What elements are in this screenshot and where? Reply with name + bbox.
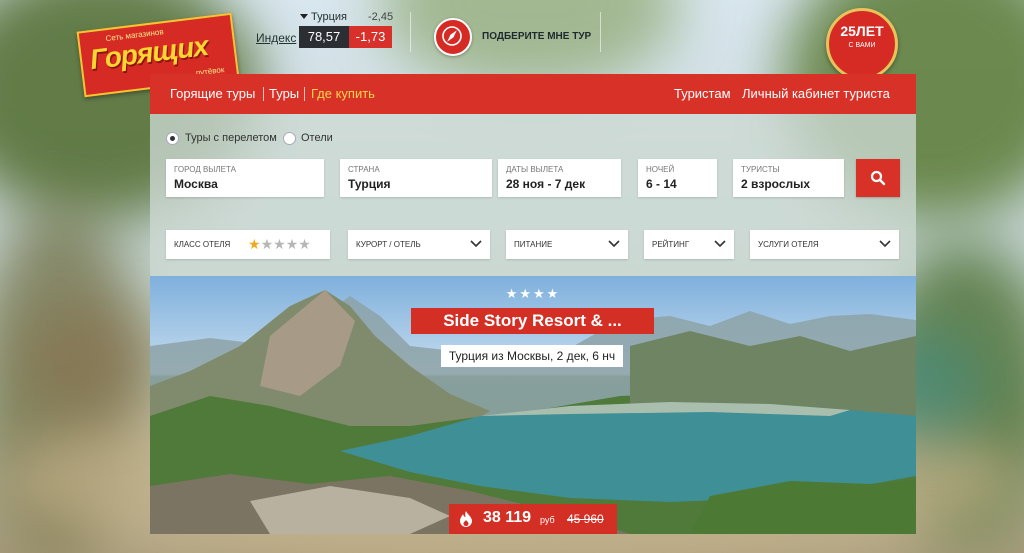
nav-tourists[interactable]: Туристам — [674, 86, 731, 101]
index-country[interactable]: Турция — [311, 11, 347, 23]
star-rating[interactable]: ★★★★★ — [248, 237, 311, 251]
chevron-down-icon — [714, 240, 726, 248]
star-icon[interactable]: ★ — [248, 236, 261, 252]
search-button[interactable] — [856, 159, 900, 197]
filter-label: Питание — [514, 240, 553, 249]
departure-city-field[interactable]: Город вылета Москва — [166, 159, 324, 197]
search-form: Туры с перелетом Отели Город вылета Моск… — [150, 114, 916, 276]
main-nav: Горящие туры Туры Где купить Туристам Ли… — [150, 74, 916, 114]
compass-icon[interactable] — [434, 18, 472, 56]
index-widget: Индекс Турция -2,45 78,57 -1,73 — [256, 10, 396, 52]
anniversary-badge: 25ЛЕТ С ВАМИ — [826, 8, 898, 80]
field-label: Страна — [348, 165, 380, 174]
index-change-small: -2,45 — [368, 11, 394, 23]
star-icon[interactable]: ★ — [298, 236, 311, 252]
radio-hotels[interactable] — [283, 132, 296, 145]
divider — [410, 12, 411, 52]
chevron-down-icon — [470, 240, 482, 248]
badge-subtitle: С ВАМИ — [848, 42, 876, 49]
star-icon[interactable]: ★ — [286, 236, 299, 252]
fire-icon — [460, 511, 472, 527]
field-label: Даты вылета — [506, 165, 564, 174]
divider — [600, 12, 601, 52]
filter-label: Услуги отеля — [758, 240, 819, 249]
field-label: Туристы — [741, 165, 780, 174]
field-label: Город вылета — [174, 165, 236, 174]
radio-tours-label[interactable]: Туры с перелетом — [185, 132, 277, 144]
index-value: 78,57 — [299, 26, 349, 48]
rating-filter[interactable]: Рейтинг — [644, 230, 734, 259]
price-currency: руб — [540, 515, 555, 525]
price-old: 45 960 — [567, 512, 604, 526]
field-value: 2 взрослых — [741, 177, 811, 191]
star-icon[interactable]: ★ — [261, 236, 274, 252]
field-value: 6 - 14 — [646, 177, 677, 191]
nav-tours[interactable]: Туры — [269, 86, 299, 101]
radio-hotels-label[interactable]: Отели — [301, 132, 333, 144]
radio-tours-with-flight[interactable] — [166, 132, 179, 145]
main-panel: Горящие туры Туры Где купить Туристам Ли… — [150, 74, 916, 534]
price-tag[interactable]: 38 119 руб 45 960 — [449, 504, 617, 534]
chevron-down-icon — [608, 240, 620, 248]
resort-hotel-filter[interactable]: Курорт / отель — [348, 230, 490, 259]
filter-label: Курорт / отель — [356, 240, 421, 249]
hotel-services-filter[interactable]: Услуги отеля — [750, 230, 899, 259]
nav-account[interactable]: Личный кабинет туриста — [742, 86, 890, 101]
nav-hot-tours[interactable]: Горящие туры — [170, 86, 255, 101]
nav-where-to-buy[interactable]: Где купить — [311, 86, 375, 101]
search-icon — [870, 170, 886, 186]
nav-separator — [263, 87, 264, 101]
badge-years: 25ЛЕТ — [840, 23, 884, 39]
caret-down-icon[interactable] — [300, 14, 308, 19]
nights-field[interactable]: Ночей 6 - 14 — [638, 159, 717, 197]
departure-dates-field[interactable]: Даты вылета 28 ноя - 7 дек — [498, 159, 621, 197]
country-field[interactable]: Страна Турция — [340, 159, 492, 197]
tourists-field[interactable]: Туристы 2 взрослых — [733, 159, 844, 197]
filter-label: Рейтинг — [652, 240, 690, 249]
star-icon[interactable]: ★ — [273, 236, 286, 252]
field-value: 28 ноя - 7 дек — [506, 177, 586, 191]
filter-label: Класс отеля — [174, 240, 231, 249]
field-value: Турция — [348, 177, 391, 191]
index-change: -1,73 — [349, 26, 392, 48]
meals-filter[interactable]: Питание — [506, 230, 628, 259]
hotel-stars: ★★★★ — [505, 286, 561, 301]
nav-separator — [304, 87, 305, 101]
tour-details: Турция из Москвы, 2 дек, 6 нч — [441, 345, 623, 367]
index-link[interactable]: Индекс — [256, 31, 296, 45]
hotel-class-filter[interactable]: Класс отеля ★★★★★ — [166, 230, 330, 259]
hotel-name[interactable]: Side Story Resort & ... — [411, 308, 654, 334]
tour-picker-link[interactable]: ПОДБЕРИТЕ МНЕ ТУР — [482, 31, 591, 42]
hero-banner[interactable]: ★★★★ Side Story Resort & ... Турция из М… — [150, 276, 916, 534]
chevron-down-icon — [879, 240, 891, 248]
price-current: 38 119 — [483, 509, 532, 526]
field-label: Ночей — [646, 165, 675, 174]
field-value: Москва — [174, 177, 218, 191]
